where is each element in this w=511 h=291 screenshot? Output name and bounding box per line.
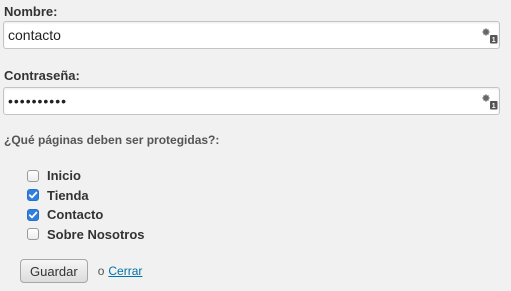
option-inicio[interactable]: Inicio xyxy=(27,166,145,186)
key-badge-icon[interactable]: 1 xyxy=(482,28,498,44)
checkbox-contacto[interactable] xyxy=(27,208,39,221)
or-text: o xyxy=(97,264,105,278)
pages-question: ¿Qué páginas deben ser protegidas?: xyxy=(4,133,220,147)
name-field[interactable]: contacto 1 xyxy=(3,21,500,49)
checkmark-icon xyxy=(28,191,38,199)
save-button[interactable]: Guardar xyxy=(20,259,88,283)
option-label: Inicio xyxy=(47,168,81,184)
form-actions: Guardar o Cerrar xyxy=(20,259,142,283)
close-link[interactable]: Cerrar xyxy=(108,264,142,278)
checkbox-tienda[interactable] xyxy=(27,189,39,202)
pages-options: Inicio Tienda Contacto Sobre Nosotros xyxy=(27,166,145,244)
option-label: Tienda xyxy=(47,187,89,203)
svg-text:1: 1 xyxy=(492,37,496,44)
checkbox-sobre-nosotros[interactable] xyxy=(27,228,39,241)
option-tienda[interactable]: Tienda xyxy=(27,186,145,206)
checkbox-inicio[interactable] xyxy=(27,169,39,182)
key-badge-icon[interactable]: 1 xyxy=(482,94,498,110)
password-value[interactable]: •••••••••• xyxy=(4,93,499,109)
svg-text:1: 1 xyxy=(492,103,496,110)
name-value[interactable]: contacto xyxy=(4,27,499,43)
option-label: Sobre Nosotros xyxy=(47,226,145,242)
name-label: Nombre: xyxy=(4,4,58,19)
protection-form: Nombre: contacto 1 Contraseña: •••••••••… xyxy=(0,0,511,291)
option-contacto[interactable]: Contacto xyxy=(27,205,145,225)
option-label: Contacto xyxy=(47,207,104,223)
password-field[interactable]: •••••••••• 1 xyxy=(3,87,500,115)
checkmark-icon xyxy=(28,211,38,219)
option-sobre-nosotros[interactable]: Sobre Nosotros xyxy=(27,225,145,245)
password-label: Contraseña: xyxy=(4,68,80,83)
